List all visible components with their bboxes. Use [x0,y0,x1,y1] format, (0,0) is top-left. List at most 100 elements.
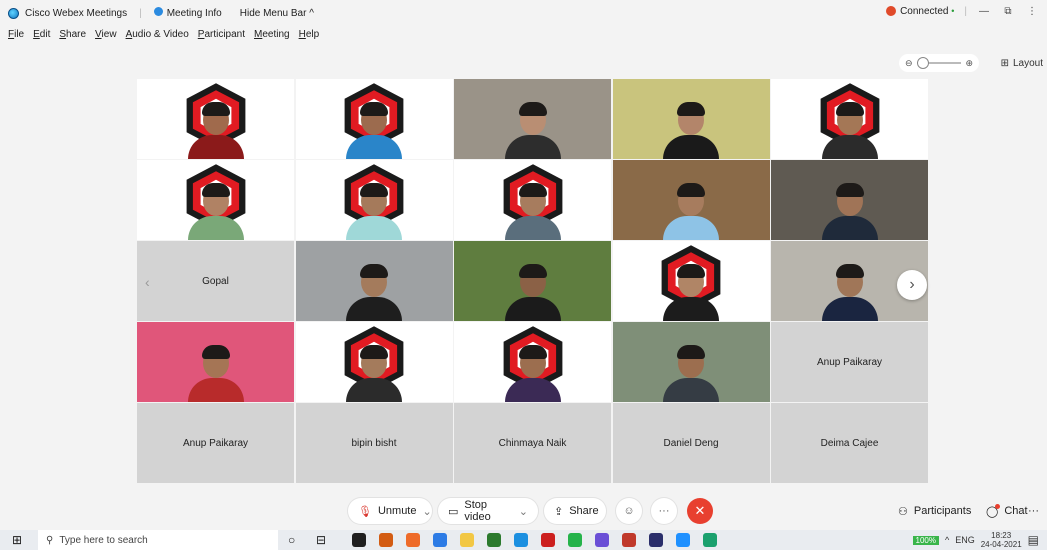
participant-avatar [659,95,723,159]
taskbar-app-icon[interactable] [568,533,582,547]
taskbar-app-icon[interactable] [541,533,555,547]
participant-video-tile[interactable] [612,160,770,240]
participant-video-tile[interactable] [454,241,611,321]
taskbar-search-input[interactable]: ⚲ Type here to search [38,530,278,550]
taskbar-app-icon[interactable] [703,533,717,547]
participant-name: Chinmaya Naik [498,437,567,449]
end-meeting-button[interactable]: ✕ [687,498,713,524]
clock[interactable]: 18:23 24-04-2021 [981,531,1022,549]
zoom-in-icon[interactable]: ⊕ [965,58,973,69]
menu-audio-video[interactable]: Audio & Video [126,29,189,40]
meeting-info-button[interactable]: Meeting Info [153,7,222,19]
participant-avatar [501,95,565,159]
share-button[interactable]: ⇪ Share [544,498,606,524]
menu-meeting[interactable]: Meeting [254,29,290,40]
minimize-button[interactable]: — [977,6,991,17]
task-view-icon[interactable]: ⊟ [316,533,326,547]
participant-video-tile[interactable] [454,160,611,240]
layout-button[interactable]: ⊞ Layout [1001,54,1043,72]
participant-video-tile[interactable] [295,160,453,240]
taskbar-app-icon[interactable] [487,533,501,547]
tray-expand-icon[interactable]: ^ [945,535,949,545]
participant-video-tile[interactable] [454,79,611,159]
notifications-icon[interactable]: ▤ [1028,533,1039,547]
menu-edit[interactable]: Edit [33,29,50,40]
zoom-slider[interactable]: ⊖ ⊕ [899,54,979,72]
chat-button[interactable]: ◯ Chat [976,498,1028,524]
connection-status[interactable]: Connected • [886,6,954,17]
unmute-caret-icon[interactable]: ⌄ [423,505,432,518]
participant-video-tile[interactable] [295,322,453,402]
participant-name-tile[interactable]: Daniel Deng [612,403,770,483]
cortana-icon[interactable]: ○ [288,533,295,547]
taskbar-app-icon[interactable] [595,533,609,547]
participant-name-tile[interactable]: Anup Paikaray [137,403,294,483]
participant-avatar [501,257,565,321]
language-indicator[interactable]: ENG [955,535,975,545]
next-page-button[interactable]: › [897,270,927,300]
app-title: Cisco Webex Meetings [25,7,128,19]
participant-name: Anup Paikaray [182,437,249,449]
taskbar-app-icon[interactable] [649,533,663,547]
participant-video-tile[interactable] [612,241,770,321]
zoom-out-icon[interactable]: ⊖ [905,58,913,69]
video-caret-icon[interactable]: ⌄ [519,505,528,518]
participant-name-tile[interactable]: Chinmaya Naik [454,403,611,483]
more-button[interactable]: ··· [651,498,677,524]
connection-icon [886,6,897,17]
participant-avatar [659,176,723,240]
participant-avatar [501,176,565,240]
participant-video-tile[interactable] [295,79,453,159]
more-options-button[interactable]: ⋮ [1025,6,1039,17]
stop-video-button[interactable]: ▭ Stop video ⌄ [438,498,538,524]
taskbar-app-icon[interactable] [460,533,474,547]
restore-button[interactable]: ⧉ [1001,6,1015,17]
participant-name: bipin bisht [351,437,397,449]
menu-share[interactable]: Share [59,29,86,40]
taskbar-app-icon[interactable] [352,533,366,547]
taskbar-app-icon[interactable] [433,533,447,547]
participant-avatar [342,338,406,402]
participant-name: Deima Cajee [820,437,879,449]
participants-button[interactable]: ⚇ Participants [888,498,974,524]
participant-name-tile[interactable]: bipin bisht [295,403,453,483]
windows-start-icon[interactable]: ⊞ [12,533,22,547]
participant-avatar [818,257,882,321]
participant-video-tile[interactable] [137,322,294,402]
participant-video-tile[interactable] [771,160,928,240]
participant-video-tile[interactable] [454,322,611,402]
participant-video-tile[interactable] [137,160,294,240]
taskbar-app-icon[interactable] [406,533,420,547]
participant-name-tile[interactable]: Deima Cajee [771,403,928,483]
taskbar-app-icon[interactable] [676,533,690,547]
participant-video-tile[interactable] [137,79,294,159]
taskbar-app-icon[interactable] [379,533,393,547]
participant-video-tile[interactable] [612,79,770,159]
zoom-knob[interactable] [916,57,929,69]
reactions-button[interactable]: ☺ [616,498,642,524]
unmute-button[interactable]: 🎙 Unmute ⌄ [348,498,432,524]
hide-menu-bar-button[interactable]: Hide Menu Bar ^ [240,8,314,19]
taskbar-app-icon[interactable] [514,533,528,547]
participant-name-tile[interactable]: Anup Paikaray [771,322,928,402]
participant-video-tile[interactable] [612,322,770,402]
chevron-left-icon[interactable]: ‹ [145,274,150,290]
participant-avatar [184,338,248,402]
participant-name-tile[interactable]: Gopal ‹ [137,241,294,321]
menu-file[interactable]: File [8,29,24,40]
participant-video-tile[interactable] [771,79,928,159]
overflow-button[interactable]: ··· [1024,498,1046,524]
chevron-right-icon: › [909,276,915,293]
menu-participant[interactable]: Participant [198,29,245,40]
video-grid: Gopal ‹ Anup Paikaray Anup Paikaray bipin bi… [137,79,929,492]
close-icon: ✕ [694,503,706,518]
participant-video-tile[interactable] [295,241,453,321]
clock-time: 18:23 [991,531,1012,540]
battery-badge[interactable]: 100% [912,535,939,545]
webex-logo-icon [8,7,19,19]
participant-avatar [184,95,248,159]
search-placeholder: Type here to search [59,534,148,546]
menu-view[interactable]: View [95,29,117,40]
menu-help[interactable]: Help [299,29,320,40]
taskbar-app-icon[interactable] [622,533,636,547]
